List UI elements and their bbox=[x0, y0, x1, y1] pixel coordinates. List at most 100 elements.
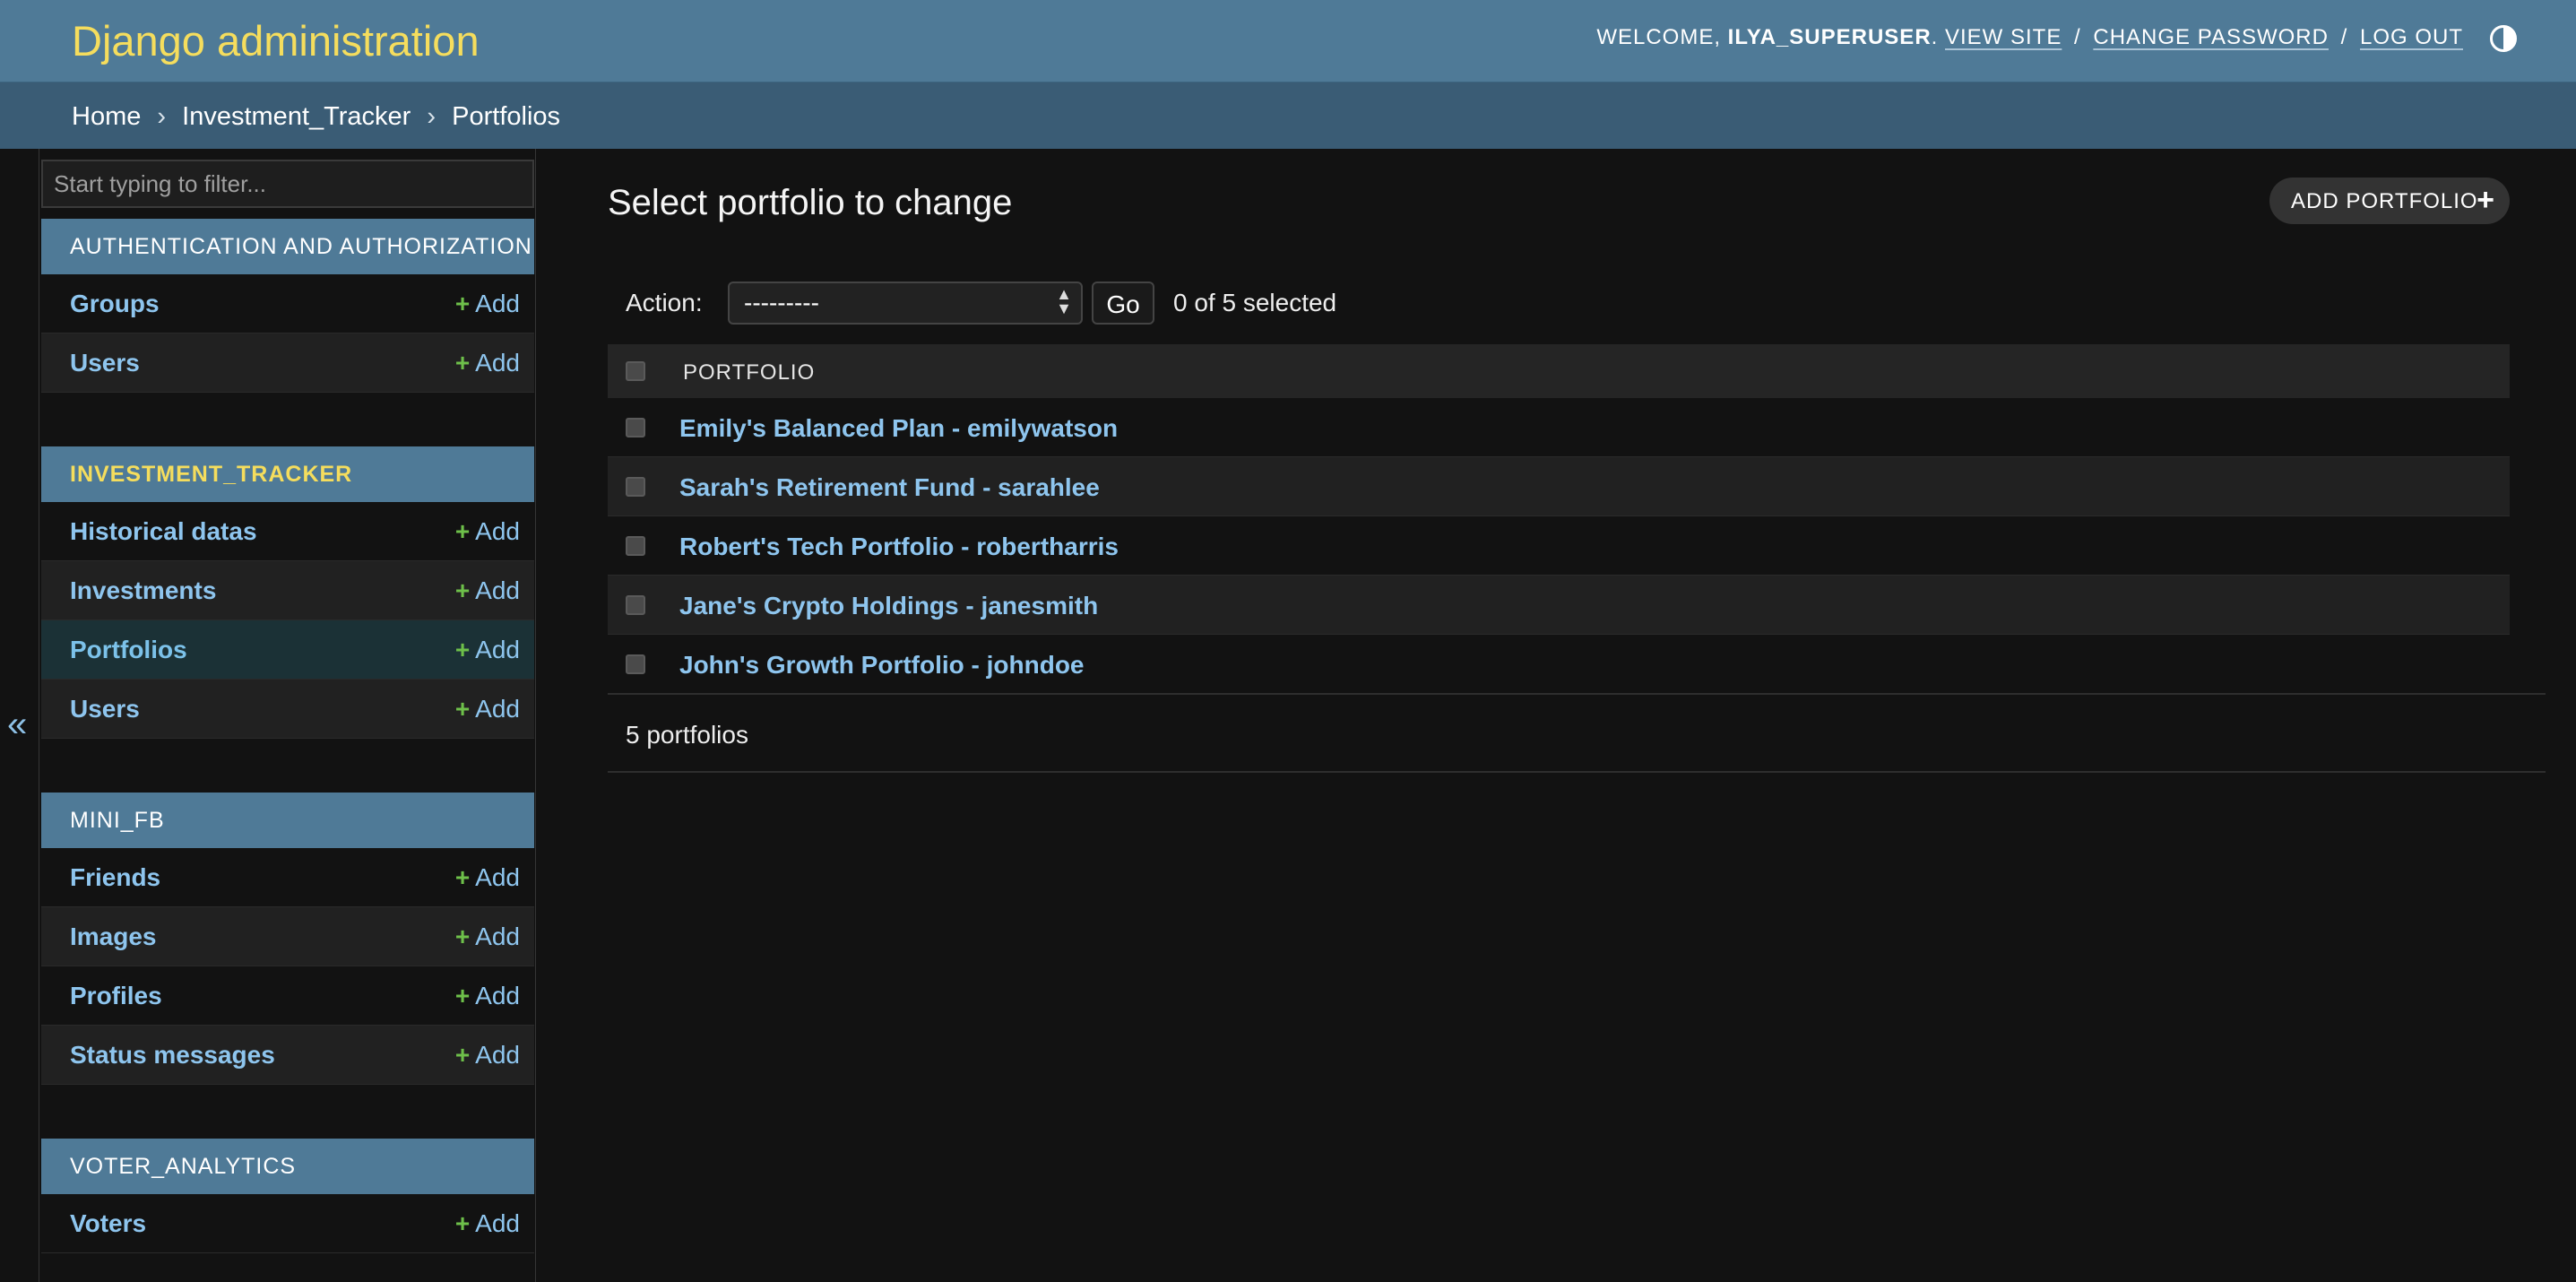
add-link[interactable]: + Add bbox=[455, 695, 520, 723]
breadcrumb-current: Portfolios bbox=[452, 102, 561, 131]
sidebar-item-label[interactable]: Users bbox=[70, 695, 140, 723]
breadcrumb-separator: › bbox=[427, 102, 437, 131]
add-link[interactable]: + Add bbox=[455, 1209, 520, 1238]
portfolio-link[interactable]: Emily's Balanced Plan - emilywatson bbox=[679, 414, 1118, 443]
add-link[interactable]: + Add bbox=[455, 923, 520, 951]
row-checkbox[interactable] bbox=[626, 595, 645, 615]
table-row: Jane's Crypto Holdings - janesmith bbox=[608, 576, 2510, 635]
go-button[interactable]: Go bbox=[1092, 282, 1154, 325]
row-checkbox[interactable] bbox=[626, 477, 645, 497]
plus-icon: + bbox=[2477, 183, 2495, 217]
module-caption[interactable]: INVESTMENT_TRACKER bbox=[41, 446, 534, 502]
sidebar-item-label[interactable]: Investments bbox=[70, 576, 216, 605]
add-link[interactable]: + Add bbox=[455, 290, 520, 318]
paginator: 5 portfolios bbox=[626, 721, 748, 749]
selection-count: 0 of 5 selected bbox=[1173, 289, 1337, 316]
separator: / bbox=[2340, 25, 2348, 49]
module-authentication: AUTHENTICATION AND AUTHORIZATION Groups … bbox=[41, 219, 534, 393]
sidebar-item-label[interactable]: Users bbox=[70, 349, 140, 377]
site-name[interactable]: Django administration bbox=[72, 16, 480, 65]
breadcrumb-separator: › bbox=[157, 102, 167, 131]
theme-toggle-icon[interactable] bbox=[2490, 25, 2517, 52]
action-select-value: --------- bbox=[744, 289, 819, 316]
add-portfolio-label: ADD PORTFOLIO bbox=[2291, 189, 2478, 213]
module-caption[interactable]: MINI_FB bbox=[41, 793, 534, 848]
plus-icon: + bbox=[454, 863, 471, 891]
module-voter-analytics: VOTER_ANALYTICS Voters + Add bbox=[41, 1139, 534, 1253]
table-row: Emily's Balanced Plan - emilywatson bbox=[608, 398, 2510, 457]
page-title: Select portfolio to change bbox=[608, 183, 1013, 222]
portfolio-link[interactable]: Jane's Crypto Holdings - janesmith bbox=[679, 592, 1098, 620]
table-row: Sarah's Retirement Fund - sarahlee bbox=[608, 457, 2510, 516]
add-link[interactable]: + Add bbox=[455, 1041, 520, 1070]
sidebar-item-groups: Groups + Add bbox=[41, 274, 534, 333]
sidebar-item-friends: Friends + Add bbox=[41, 848, 534, 907]
add-link[interactable]: + Add bbox=[455, 517, 520, 546]
divider bbox=[608, 693, 2546, 695]
plus-icon: + bbox=[454, 982, 471, 1009]
select-all-checkbox[interactable] bbox=[626, 361, 645, 381]
sidebar-item-voters: Voters + Add bbox=[41, 1194, 534, 1253]
portfolio-link[interactable]: John's Growth Portfolio - johndoe bbox=[679, 651, 1085, 680]
plus-icon: + bbox=[454, 576, 471, 604]
username: ILYA_SUPERUSER bbox=[1727, 25, 1932, 49]
collapse-sidebar-button[interactable]: « bbox=[0, 149, 39, 1282]
header: Django administration WELCOME, ILYA_SUPE… bbox=[0, 0, 2576, 82]
module-caption[interactable]: AUTHENTICATION AND AUTHORIZATION bbox=[41, 219, 534, 274]
row-checkbox[interactable] bbox=[626, 536, 645, 556]
action-select[interactable]: --------- ▲ ▼ bbox=[728, 282, 1083, 325]
portfolio-link[interactable]: Sarah's Retirement Fund - sarahlee bbox=[679, 473, 1100, 502]
sidebar-item-label[interactable]: Historical datas bbox=[70, 517, 257, 546]
divider bbox=[608, 771, 2546, 773]
sidebar-item-label[interactable]: Images bbox=[70, 923, 157, 951]
sidebar-item-users: Users + Add bbox=[41, 333, 534, 393]
plus-icon: + bbox=[454, 517, 471, 545]
add-link[interactable]: + Add bbox=[455, 982, 520, 1010]
sidebar-item-historical-datas: Historical datas + Add bbox=[41, 502, 534, 561]
sidebar-filter-input[interactable] bbox=[41, 160, 534, 208]
sidebar-item-label[interactable]: Groups bbox=[70, 290, 160, 318]
double-chevron-left-icon: « bbox=[7, 705, 28, 744]
plus-icon: + bbox=[454, 923, 471, 950]
sidebar-item-label[interactable]: Friends bbox=[70, 863, 160, 892]
sidebar-item-images: Images + Add bbox=[41, 907, 534, 966]
row-checkbox[interactable] bbox=[626, 654, 645, 674]
column-header-portfolio[interactable]: PORTFOLIO bbox=[683, 360, 815, 385]
plus-icon: + bbox=[454, 349, 471, 377]
breadcrumb-home[interactable]: Home bbox=[72, 102, 141, 131]
sidebar-item-users: Users + Add bbox=[41, 680, 534, 739]
row-checkbox[interactable] bbox=[626, 418, 645, 437]
module-caption[interactable]: VOTER_ANALYTICS bbox=[41, 1139, 534, 1194]
add-link[interactable]: + Add bbox=[455, 576, 520, 605]
sidebar-item-label[interactable]: Profiles bbox=[70, 982, 162, 1010]
sidebar-item-label[interactable]: Voters bbox=[70, 1209, 146, 1238]
add-link[interactable]: + Add bbox=[455, 349, 520, 377]
add-link[interactable]: + Add bbox=[455, 863, 520, 892]
module-mini-fb: MINI_FB Friends + Add Images + Add Profile… bbox=[41, 793, 534, 1085]
breadcrumb-app[interactable]: Investment_Tracker bbox=[182, 102, 411, 131]
select-arrows-icon: ▲ ▼ bbox=[1056, 285, 1072, 317]
view-site-link[interactable]: VIEW SITE bbox=[1945, 25, 2062, 49]
table-row: Robert's Tech Portfolio - robertharris bbox=[608, 516, 2510, 576]
plus-icon: + bbox=[454, 695, 471, 723]
sidebar-item-investments: Investments + Add bbox=[41, 561, 534, 620]
plus-icon: + bbox=[454, 1209, 471, 1237]
welcome-text: WELCOME, bbox=[1596, 25, 1721, 49]
sidebar-item-portfolios: Portfolios + Add bbox=[41, 620, 534, 680]
breadcrumb: Home › Investment_Tracker › Portfolios bbox=[0, 82, 2576, 149]
sidebar-item-label[interactable]: Portfolios bbox=[70, 636, 187, 664]
change-password-link[interactable]: CHANGE PASSWORD bbox=[2093, 25, 2329, 49]
sidebar-item-label[interactable]: Status messages bbox=[70, 1041, 275, 1070]
plus-icon: + bbox=[454, 1041, 471, 1069]
portfolio-link[interactable]: Robert's Tech Portfolio - robertharris bbox=[679, 533, 1119, 561]
log-out-link[interactable]: LOG OUT bbox=[2360, 25, 2463, 49]
user-tools: WELCOME, ILYA_SUPERUSER. VIEW SITE / CHA… bbox=[1596, 25, 2463, 49]
separator: / bbox=[2074, 25, 2081, 49]
add-link[interactable]: + Add bbox=[455, 636, 520, 664]
plus-icon: + bbox=[454, 636, 471, 663]
sidebar-item-profiles: Profiles + Add bbox=[41, 966, 534, 1026]
add-portfolio-button[interactable]: ADD PORTFOLIO + bbox=[2269, 178, 2510, 224]
sidebar-item-status-messages: Status messages + Add bbox=[41, 1026, 534, 1085]
action-label: Action: bbox=[626, 289, 703, 316]
module-investment-tracker: INVESTMENT_TRACKER Historical datas + Add… bbox=[41, 446, 534, 739]
